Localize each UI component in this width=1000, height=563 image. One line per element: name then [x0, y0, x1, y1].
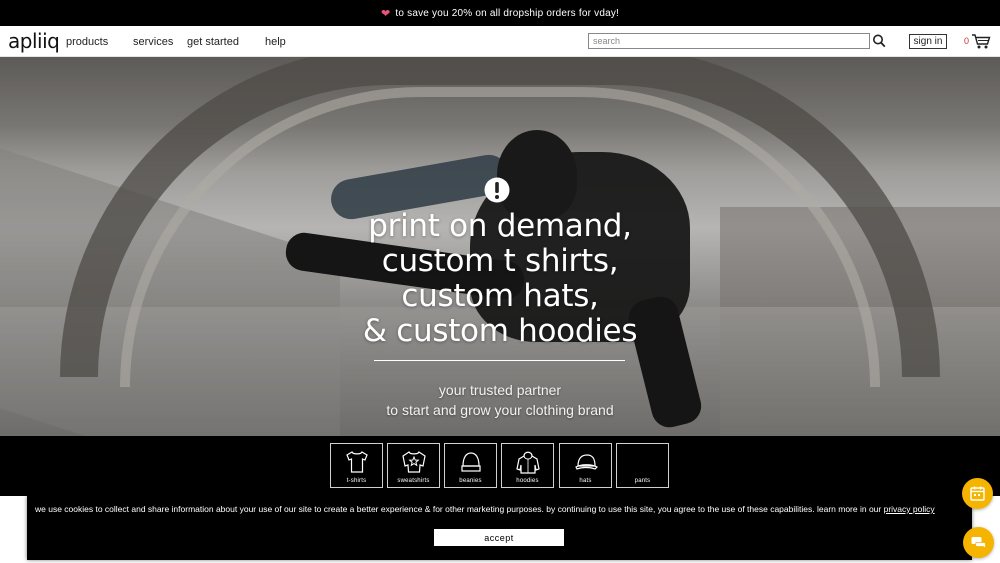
category-label: pants	[634, 478, 651, 484]
category-label: beanies	[459, 478, 482, 484]
chat-widget-button[interactable]	[963, 527, 994, 558]
nav-products[interactable]: products	[66, 36, 108, 48]
hoodie-icon	[516, 451, 540, 474]
hat-icon	[575, 454, 598, 470]
hero-headline-line: & custom hoodies	[362, 313, 638, 349]
privacy-policy-link[interactable]: privacy policy	[884, 504, 935, 514]
category-label: hoodies	[516, 478, 539, 484]
promo-text: to save you 20% on all dropship orders f…	[395, 7, 620, 19]
category-label: t-shirts	[346, 478, 367, 484]
category-tshirts[interactable]: t-shirts	[330, 443, 383, 488]
search-input[interactable]	[588, 33, 870, 49]
chat-icon	[971, 537, 986, 549]
hero-banner: print on demand, custom t shirts, custom…	[0, 57, 1000, 436]
category-hats[interactable]: hats	[559, 443, 612, 488]
logo[interactable]: apliiq	[8, 29, 60, 53]
cart-count: 0	[964, 36, 970, 46]
category-label: sweatshirts	[397, 478, 430, 484]
cookie-text-block: we use cookies to collect and share info…	[35, 504, 965, 515]
cookie-banner: we use cookies to collect and share info…	[27, 496, 972, 560]
hero-divider	[374, 360, 625, 361]
hero-tagline-line: your trusted partner	[438, 382, 562, 398]
category-hoodies[interactable]: hoodies	[501, 443, 554, 488]
cart-icon[interactable]	[971, 33, 991, 50]
hero-headline-line: print on demand,	[368, 208, 632, 244]
category-beanies[interactable]: beanies	[444, 443, 497, 488]
hero-headline-line: custom hats,	[401, 278, 599, 314]
nav-services[interactable]: services	[133, 36, 173, 48]
sweatshirt-icon	[402, 451, 426, 473]
category-strip: t-shirts sweatshirts beanies hoodies hat…	[0, 436, 1000, 496]
category-sweatshirts[interactable]: sweatshirts	[387, 443, 440, 488]
nav-help[interactable]: help	[265, 36, 286, 48]
beanie-icon	[461, 452, 481, 472]
hero-headline: print on demand, custom t shirts, custom…	[250, 209, 750, 349]
cookie-text: we use cookies to collect and share info…	[35, 504, 882, 514]
hero-tagline: your trusted partner to start and grow y…	[300, 380, 700, 420]
hero-tagline-line: to start and grow your clothing brand	[386, 402, 614, 418]
hero-headline-line: custom t shirts,	[381, 243, 619, 279]
search-icon[interactable]	[872, 33, 886, 49]
calendar-widget-button[interactable]	[962, 478, 993, 509]
heart-icon: ❤	[380, 7, 391, 20]
category-pants[interactable]: pants	[616, 443, 669, 488]
tshirt-icon	[346, 451, 368, 473]
promo-bar: ❤ to save you 20% on all dropship orders…	[0, 0, 1000, 26]
nav-get-started[interactable]: get started	[187, 36, 239, 48]
sign-in-button[interactable]: sign in	[909, 34, 947, 49]
exclamation-icon	[484, 177, 510, 203]
category-label: hats	[579, 478, 592, 484]
accept-button[interactable]: accept	[434, 529, 564, 546]
calendar-icon	[970, 486, 985, 501]
site-header: apliiq products services get started hel…	[0, 26, 1000, 57]
